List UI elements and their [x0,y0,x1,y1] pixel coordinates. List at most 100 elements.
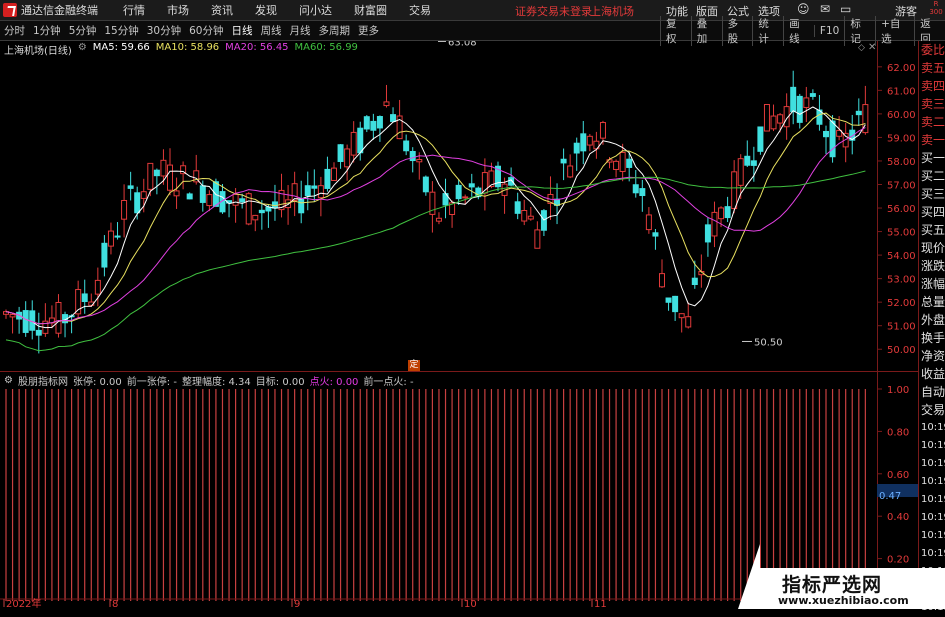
sidebar-auto-0[interactable]: 自动 [919,383,945,401]
candle-body [298,198,305,214]
candle-body [376,116,383,129]
candle-body [527,215,534,220]
menu-discover[interactable]: 发现 [244,2,288,18]
candle-body [691,277,698,285]
set-tag[interactable]: 定 [408,360,420,371]
candle-body [757,126,764,152]
period-2[interactable]: 5分钟 [65,23,101,38]
period-5[interactable]: 60分钟 [185,23,227,38]
axis-divider [877,41,878,609]
sidebar-item-3: 卖三 [921,97,945,111]
candle-body [232,193,239,206]
candle-body [829,120,836,158]
menu-news[interactable]: 资讯 [200,2,244,18]
main-menu: 行情 市场 资讯 发现 问小达 财富圈 交易 [112,2,442,18]
candle-body [81,293,88,303]
candle-body [167,164,173,191]
period-6[interactable]: 日线 [228,23,257,38]
skin-icon[interactable]: ☺ [797,2,810,16]
candle-body [796,95,803,123]
candle-body [704,224,711,243]
watermark-url: www.xuezhibiao.com [778,594,909,607]
sidebar-item-4: 卖二 [921,115,945,129]
candle-body [304,185,311,197]
indicator-name[interactable]: 股朋指标网 [18,373,68,388]
badge-top: R [933,0,939,8]
ytick-label: 60.00 [887,110,916,121]
candle-body [55,301,62,334]
sidebar-item-5: 卖一 [921,133,945,147]
kline-chart[interactable]: 62.00 61.00 60.00 59.00 58.00 57.00 56.00 55.00… [0,41,918,609]
period-8[interactable]: 月线 [286,23,315,38]
ind-prev-fire: 前一点火: - [363,376,414,388]
restore-icon[interactable]: ▭ [840,2,851,16]
low-label: 50.50 [754,337,783,348]
message-icon[interactable]: ✉ [820,2,830,16]
ytick-label: 62.00 [887,63,916,74]
period-0[interactable]: 分时 [0,23,29,38]
candle-body [258,209,265,214]
sidebar-time-0: 10:19 [921,422,945,433]
indicator-settings-icon[interactable]: ⚙ [4,375,13,386]
ytick-label: 53.00 [887,275,916,286]
menu-market[interactable]: 市场 [156,2,200,18]
sidebar-time-2: 10:19 [921,458,945,469]
candle-body [409,150,416,162]
ind-range: 整理幅度: 4.34 [181,376,251,388]
sidebar-item-12: 涨跌 [921,259,945,273]
date-label: 9 [294,599,300,609]
menu-quotes[interactable]: 行情 [112,2,156,18]
candle-body [160,159,167,177]
period-1[interactable]: 1分钟 [29,23,65,38]
candle-body [173,190,180,197]
candle-body [573,142,580,154]
sidebar-time-5: 10:19 [921,512,945,523]
candle-body [731,171,738,210]
candle-body [672,295,679,313]
sidebar-item-8: 买三 [921,187,945,201]
ind-ytick-label: 0.40 [887,512,909,523]
ind-fire: 点火: 0.00 [309,376,359,388]
date-label: 10 [464,599,477,609]
candle-body [599,122,606,139]
ytick-label: 54.00 [887,251,916,262]
ytick-label: 59.00 [887,133,916,144]
candle-body [331,167,337,181]
sidebar-item-18: 收益 [921,367,945,381]
ytick-label: 57.00 [887,180,916,191]
candle-body [560,158,567,164]
sidebar-item-10: 买五 [921,223,945,237]
candle-body [337,144,344,162]
candle-body [652,232,659,237]
ind-target: 目标: 0.00 [255,376,305,388]
period-3[interactable]: 15分钟 [100,23,142,38]
sidebar-time-1: 10:19 [921,440,945,451]
candle-body [239,198,246,203]
ytick-label: 50.00 [887,345,916,356]
menu-wealth[interactable]: 财富圈 [343,2,398,18]
candle-body [199,185,206,203]
app-logo-icon [3,3,17,17]
candle-body [586,135,593,146]
menu-ask[interactable]: 问小达 [288,2,343,18]
period-10[interactable]: 更多 [354,23,383,38]
candle-body [777,114,784,124]
tool-5[interactable]: F10 [813,24,844,37]
period-9[interactable]: 多周期 [315,23,355,38]
candle-body [724,206,731,219]
highlight-value: 0.47 [879,491,902,502]
sidebar-item-16: 换手 [921,331,945,345]
candle-body [737,158,744,186]
ma20-line [5,127,866,325]
login-notice[interactable]: 证券交易未登录 [515,3,592,19]
candle-body [147,162,154,190]
period-7[interactable]: 周线 [257,23,286,38]
candle-body [101,242,108,268]
period-4[interactable]: 30分钟 [143,23,185,38]
menu-trade[interactable]: 交易 [398,2,442,18]
sidebar-auto-1[interactable]: 交易 [919,401,945,419]
sidebar-time-4: 10:19 [921,494,945,505]
candle-body [206,194,213,207]
high-label: 63.08 [448,41,477,48]
candle-body [435,217,442,222]
